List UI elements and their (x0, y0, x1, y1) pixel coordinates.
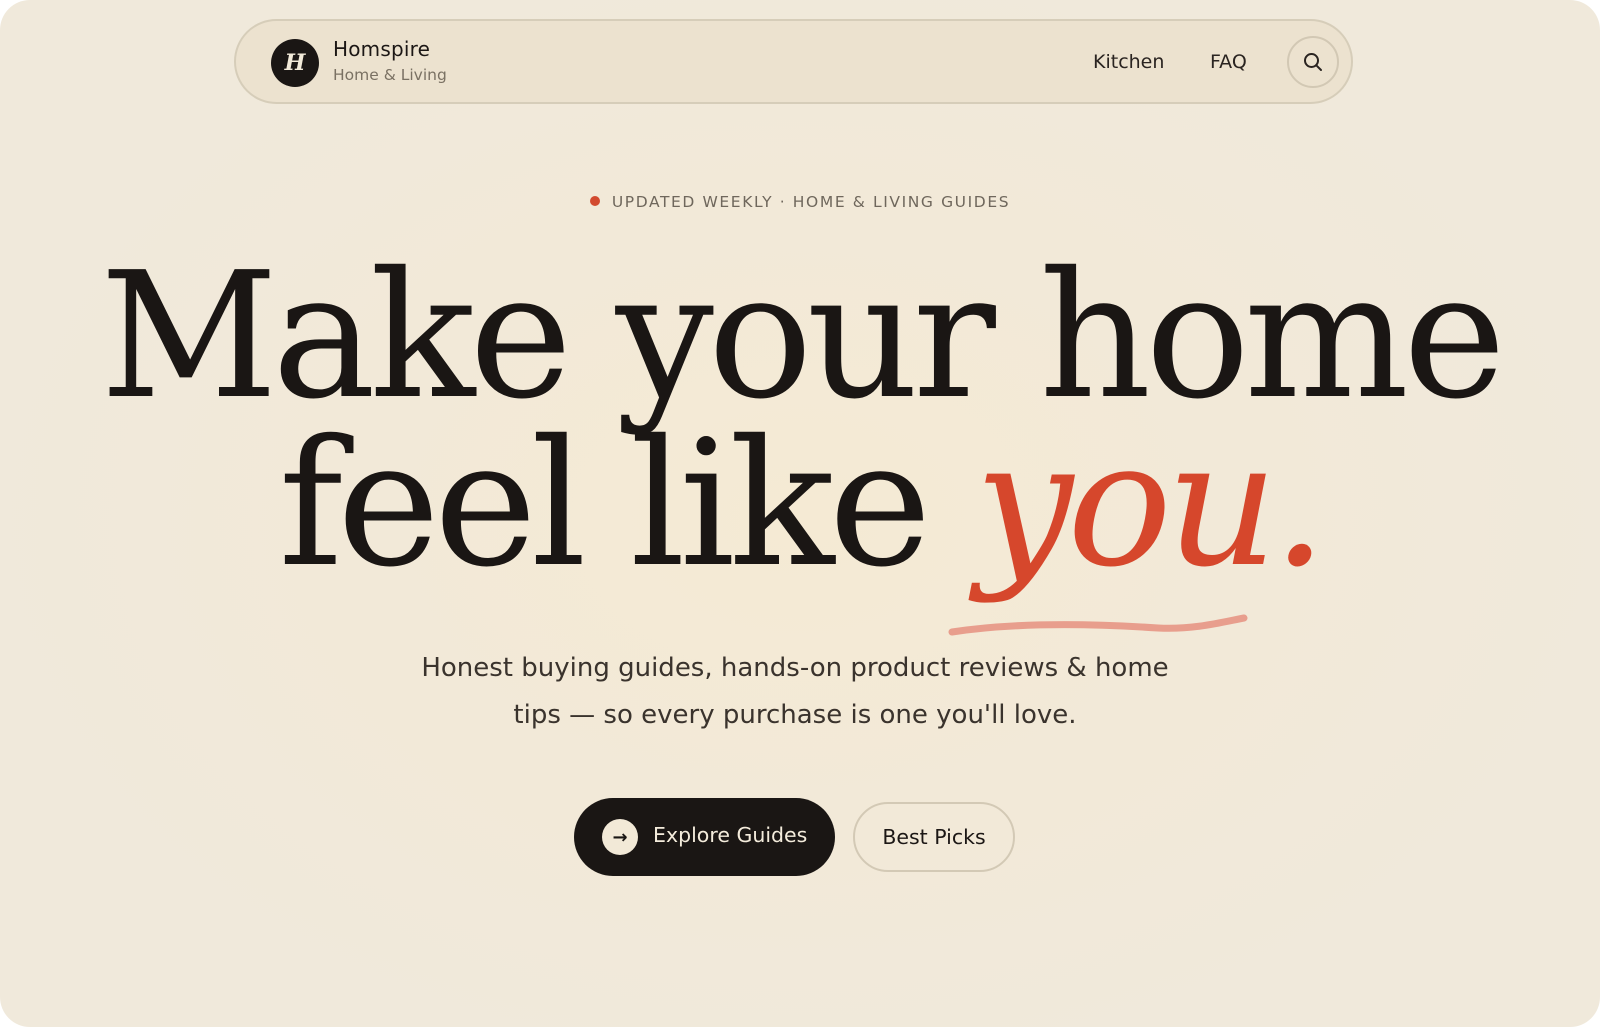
headline-plain: feel like (278, 403, 975, 606)
hero-subtitle: Honest buying guides, hands-on product r… (421, 653, 1169, 730)
top-nav: H Homspire Home & Living Kitchen FAQ (234, 19, 1353, 104)
explore-guides-label: Explore Guides (653, 823, 808, 847)
brand-logo[interactable]: H (271, 39, 319, 87)
logo-letter: H (284, 50, 306, 76)
search-icon (1304, 53, 1322, 71)
search-button[interactable] (1287, 36, 1339, 88)
arrow-right-icon: → (602, 819, 638, 855)
page: H Homspire Home & Living Kitchen FAQ UPD… (0, 0, 1600, 1027)
eyebrow-text: UPDATED WEEKLY · HOME & LIVING GUIDES (611, 193, 1011, 211)
best-picks-button[interactable]: Best Picks (853, 802, 1015, 872)
nav-link-kitchen[interactable]: Kitchen (1093, 51, 1164, 73)
eyebrow: UPDATED WEEKLY · HOME & LIVING GUIDES (0, 193, 1600, 211)
status-dot (589, 196, 600, 206)
underline-swash (948, 614, 1248, 636)
headline-line-1: Make your home (99, 235, 1506, 438)
explore-guides-button[interactable]: → Explore Guides (574, 798, 835, 876)
headline-line-2: feel like you. (0, 418, 1600, 592)
best-picks-label: Best Picks (882, 825, 986, 849)
brand-name[interactable]: Homspire (333, 37, 430, 61)
headline-accent: you. (974, 403, 1327, 606)
nav-link-faq[interactable]: FAQ (1210, 51, 1247, 73)
brand-tagline: Home & Living (333, 66, 447, 84)
